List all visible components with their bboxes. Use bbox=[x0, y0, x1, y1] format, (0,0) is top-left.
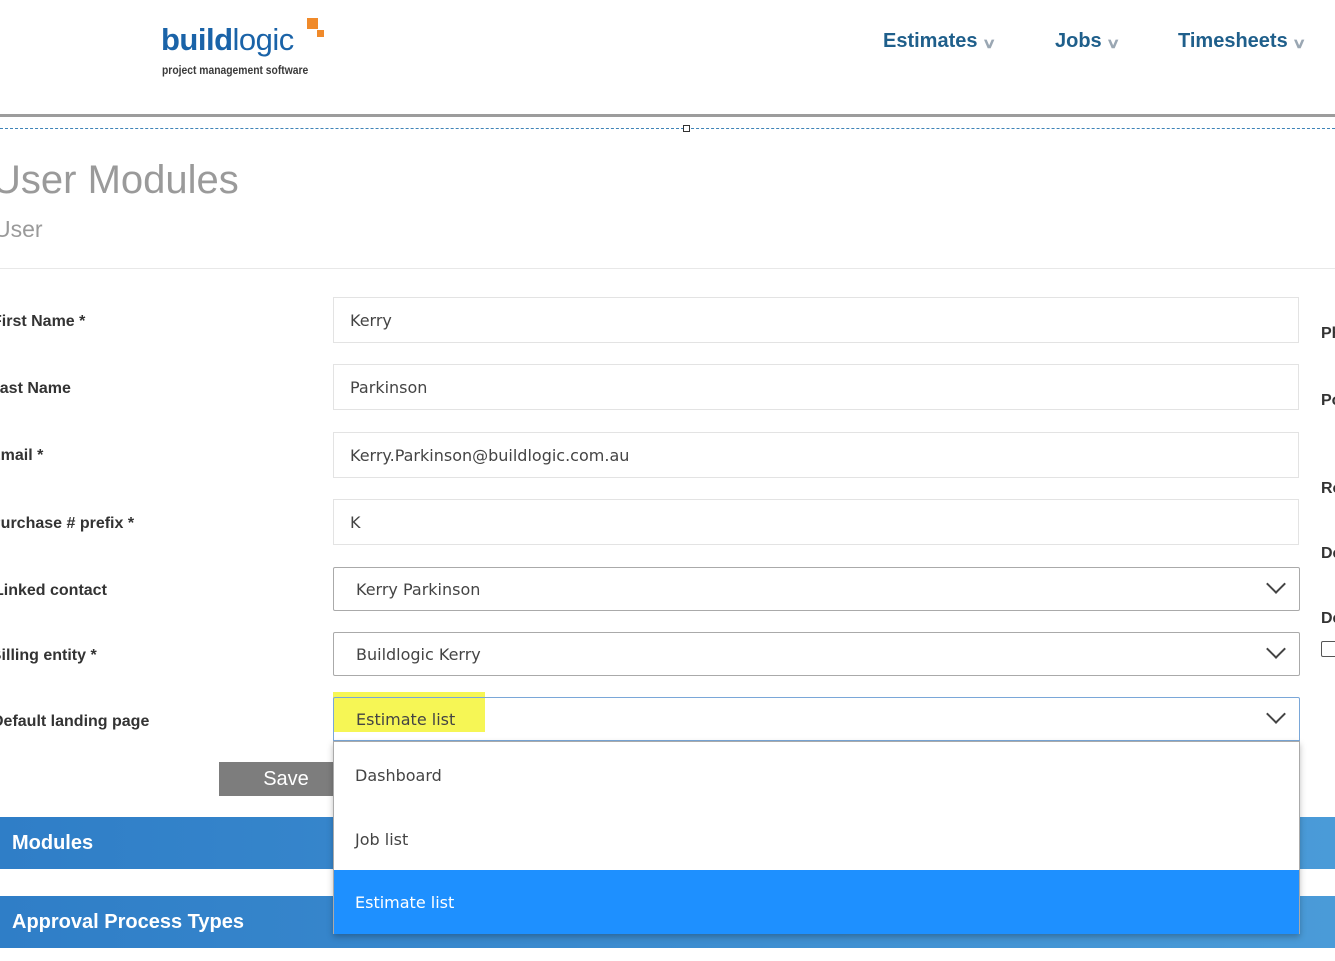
dropdown-option-job-list[interactable]: Job list bbox=[334, 807, 1299, 871]
logo-tagline: project management software bbox=[162, 63, 309, 77]
header-divider bbox=[0, 114, 1335, 117]
nav-estimates-label: Estimates bbox=[883, 30, 978, 52]
logo-square-icon bbox=[307, 18, 318, 29]
page-title: User Modules bbox=[0, 158, 239, 202]
logo-word-logic: logic bbox=[232, 22, 295, 57]
right-label-3: Ro bbox=[1321, 480, 1335, 497]
right-label-1: Ph bbox=[1321, 325, 1335, 342]
app-header: buildlogic project management software E… bbox=[0, 0, 1335, 118]
right-label-2: Po bbox=[1321, 392, 1335, 409]
dashed-divider bbox=[0, 128, 1335, 129]
approval-section-title: Approval Process Types bbox=[12, 910, 244, 933]
billing-entity-select[interactable]: Buildlogic Kerry bbox=[333, 632, 1300, 676]
nav-timesheets[interactable]: Timesheets ∨ bbox=[1178, 30, 1306, 53]
first-name-value: Kerry bbox=[350, 310, 392, 330]
landing-page-dropdown: Dashboard Job list Estimate list bbox=[333, 741, 1300, 934]
landing-page-label: Default landing page bbox=[0, 713, 150, 730]
modules-section-title: Modules bbox=[12, 831, 94, 854]
email-input[interactable]: Kerry.Parkinson@buildlogic.com.au bbox=[333, 432, 1299, 478]
resize-handle[interactable] bbox=[683, 125, 690, 132]
first-name-input[interactable]: Kerry bbox=[333, 297, 1299, 343]
save-button[interactable]: Save bbox=[219, 762, 333, 796]
nav-jobs[interactable]: Jobs ∨ bbox=[1055, 30, 1120, 53]
right-label-5: De bbox=[1321, 610, 1335, 627]
nav-jobs-label: Jobs bbox=[1055, 30, 1102, 52]
email-label: Email * bbox=[0, 447, 44, 464]
last-name-label: Last Name bbox=[0, 380, 71, 397]
last-name-value: Parkinson bbox=[350, 377, 428, 397]
dropdown-option-estimate-list[interactable]: Estimate list bbox=[334, 870, 1299, 934]
purchase-prefix-value: K bbox=[350, 512, 361, 532]
last-name-input[interactable]: Parkinson bbox=[333, 364, 1299, 410]
purchase-prefix-label: Purchase # prefix * bbox=[0, 515, 135, 532]
page-subtitle: User bbox=[0, 216, 43, 242]
right-label-4: De bbox=[1321, 545, 1335, 562]
nav-estimates[interactable]: Estimates ∨ bbox=[883, 30, 996, 53]
landing-page-value: Estimate list bbox=[356, 709, 456, 729]
logo-word-build: build bbox=[161, 22, 233, 57]
chevron-down-icon bbox=[1266, 639, 1286, 659]
linked-contact-value: Kerry Parkinson bbox=[356, 579, 481, 599]
chevron-down-icon bbox=[1266, 704, 1286, 724]
chevron-down-icon bbox=[1266, 574, 1286, 594]
nav-timesheets-label: Timesheets bbox=[1178, 30, 1288, 52]
logo-square-small-icon bbox=[317, 30, 324, 37]
first-name-label: First Name * bbox=[0, 313, 86, 330]
title-separator bbox=[0, 268, 1335, 269]
right-checkbox[interactable] bbox=[1321, 641, 1335, 657]
logo-wordmark: buildlogic bbox=[161, 24, 294, 55]
linked-contact-label: Linked contact bbox=[0, 582, 107, 599]
chevron-down-icon: ∨ bbox=[981, 34, 996, 51]
landing-page-select[interactable]: Estimate list bbox=[333, 697, 1300, 741]
purchase-prefix-input[interactable]: K bbox=[333, 499, 1299, 545]
linked-contact-select[interactable]: Kerry Parkinson bbox=[333, 567, 1300, 611]
chevron-down-icon: ∨ bbox=[1105, 34, 1120, 51]
dropdown-option-dashboard[interactable]: Dashboard bbox=[334, 743, 1299, 807]
chevron-down-icon: ∨ bbox=[1291, 34, 1306, 51]
billing-entity-label: Billing entity * bbox=[0, 647, 97, 664]
email-value: Kerry.Parkinson@buildlogic.com.au bbox=[350, 445, 630, 465]
billing-entity-value: Buildlogic Kerry bbox=[356, 644, 481, 664]
